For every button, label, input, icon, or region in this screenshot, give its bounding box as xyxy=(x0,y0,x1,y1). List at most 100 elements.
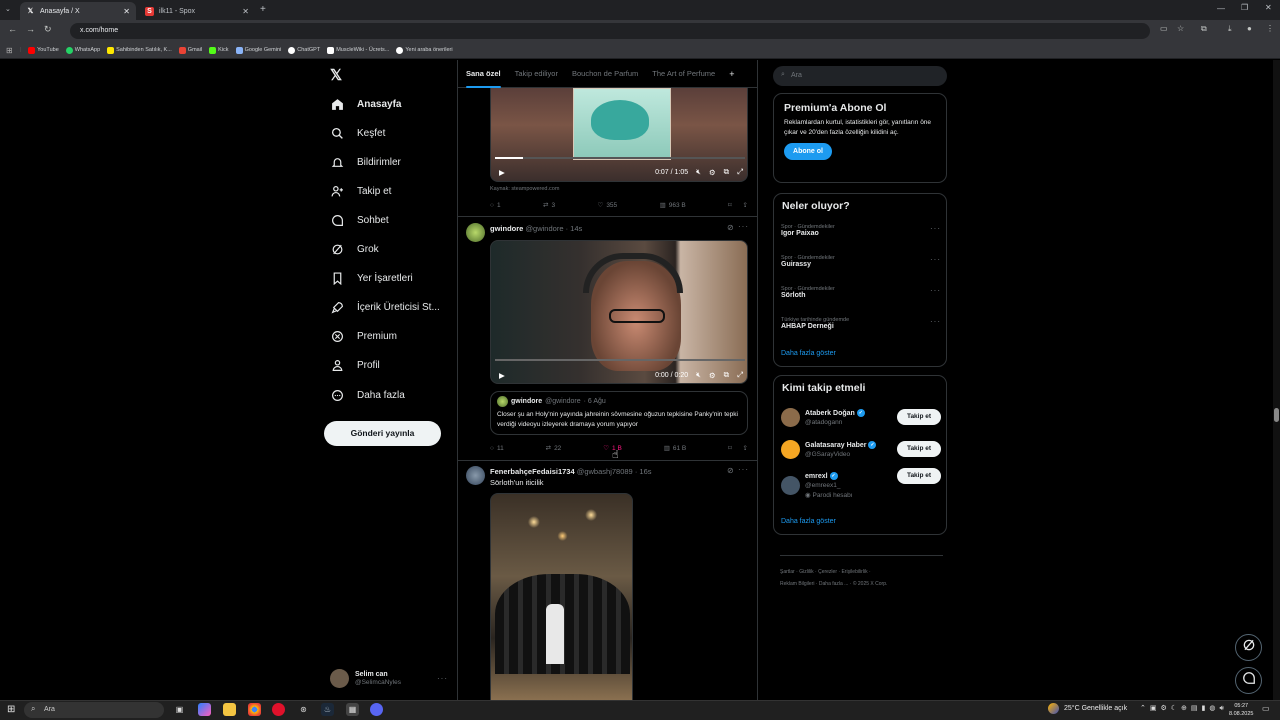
more-icon[interactable]: ··· xyxy=(930,317,941,326)
video-progress[interactable] xyxy=(495,359,745,361)
sidebar-item-grok[interactable]: Grok xyxy=(330,237,379,261)
copilot-icon[interactable] xyxy=(198,703,211,716)
sidebar-item-creator-studio[interactable]: İçerik Üreticisi St... xyxy=(330,295,440,319)
play-icon[interactable]: ▶ xyxy=(499,371,505,380)
avatar[interactable] xyxy=(466,223,485,242)
address-bar[interactable]: x.com/home xyxy=(70,23,1150,39)
post-time[interactable]: · 14s xyxy=(566,224,583,233)
share-icon[interactable]: ⇪ xyxy=(743,444,748,452)
reply-button[interactable]: ○ 1 xyxy=(490,201,501,209)
taskbar-search[interactable]: Ara xyxy=(24,702,164,718)
clock[interactable]: 05:27 8.08.2025 xyxy=(1229,702,1253,718)
grok-icon[interactable]: ⊘ xyxy=(727,466,734,475)
tray-icons[interactable]: ⌃▣⚙☾⊕▤▮◍🔊︎ xyxy=(1140,704,1228,713)
apps-icon[interactable]: ⊞ xyxy=(6,46,13,55)
post1-source[interactable]: Kaynak: steampowered.com xyxy=(490,186,559,192)
like-button[interactable]: ♡ 355 xyxy=(597,201,617,210)
video-progress[interactable] xyxy=(495,157,745,159)
browser-tab-x[interactable]: 𝕏 Anasayfa / X ✕ xyxy=(20,2,136,20)
sidebar-item-profile[interactable]: Profil xyxy=(330,353,380,377)
menu-icon[interactable]: ⋮ xyxy=(1266,24,1274,33)
post3-image[interactable] xyxy=(490,493,633,700)
close-window-icon[interactable]: ✕ xyxy=(1265,3,1272,12)
sidebar-item-more[interactable]: Daha fazla xyxy=(330,383,405,407)
tab-bouchon[interactable]: Bouchon de Parfum xyxy=(572,69,638,78)
sidebar-item-chat[interactable]: Sohbet xyxy=(330,208,389,232)
sidebar-item-premium[interactable]: Premium xyxy=(330,324,397,348)
follow-suggestion[interactable]: Ataberk Doğan ✓ @atadogann Takip et xyxy=(781,404,941,430)
mute-icon[interactable]: 🔇︎ xyxy=(696,167,701,177)
file-explorer-icon[interactable] xyxy=(223,703,236,716)
back-icon[interactable]: ← xyxy=(8,24,17,34)
tab-following[interactable]: Takip ediliyor xyxy=(515,69,558,78)
bookmark-araba[interactable]: Yeni araba önerileri xyxy=(396,46,453,54)
bookmark-gemini[interactable]: Google Gemini xyxy=(235,46,281,54)
mute-icon[interactable]: 🔇︎ xyxy=(696,370,701,380)
sidebar-item-follow[interactable]: Takip et xyxy=(330,179,391,203)
bookmark-musclewiki[interactable]: MuscleWiki - Ücrets... xyxy=(327,46,389,54)
more-icon[interactable]: ··· xyxy=(930,224,941,233)
sidebar-item-home[interactable]: Anasayfa xyxy=(330,92,401,116)
add-tab-icon[interactable]: + xyxy=(729,69,734,79)
bookmark-button[interactable]: ⌑ ⇪ xyxy=(728,444,748,452)
subscribe-button[interactable]: Abone ol xyxy=(784,143,832,160)
downloads-icon[interactable]: ⤓ xyxy=(1228,24,1232,34)
show-more-link[interactable]: Daha fazla göster xyxy=(781,518,836,525)
opera-icon[interactable] xyxy=(272,703,285,716)
avatar[interactable] xyxy=(466,466,485,485)
play-icon[interactable]: ▶ xyxy=(499,168,505,177)
post1-video[interactable]: ▶ 0:07 / 1:05 🔇︎ ⚙︎ ⧉ ⤢ xyxy=(490,88,748,182)
minimize-icon[interactable]: — xyxy=(1217,4,1225,13)
chrome-icon[interactable] xyxy=(248,703,261,716)
tab-for-you[interactable]: Sana özel xyxy=(466,69,501,88)
sidebar-item-notifications[interactable]: Bildirimler xyxy=(330,150,401,174)
fullscreen-icon[interactable]: ⤢ xyxy=(737,167,743,177)
bookmark-kick[interactable]: Kick xyxy=(209,46,229,54)
sidebar-item-bookmarks[interactable]: Yer İşaretleri xyxy=(330,266,413,290)
bookmark-sahibinden[interactable]: Sahibinden Satılık, K... xyxy=(107,46,172,54)
pip-icon[interactable]: ⧉ xyxy=(724,167,729,177)
fullscreen-icon[interactable]: ⤢ xyxy=(737,370,743,380)
post2-video[interactable]: ▶ 0:00 / 0:20 🔇︎ ⚙︎ ⧉ ⤢ xyxy=(490,240,748,384)
trend-item[interactable]: Spor · Gündemdekiler Igor Paixao ··· xyxy=(781,224,941,237)
bookmark-chatgpt[interactable]: ChatGPT xyxy=(288,46,320,54)
x-logo[interactable]: 𝕏 xyxy=(330,66,342,84)
reload-icon[interactable]: ↻ xyxy=(44,24,52,35)
trend-item[interactable]: Türkiye tarihinde gündemde AHBAP Derneği… xyxy=(781,317,941,330)
post-button[interactable]: Gönderi yayınla xyxy=(324,421,441,446)
more-icon[interactable]: ··· xyxy=(930,286,941,295)
bookmark-whatsapp[interactable]: WhatsApp xyxy=(65,46,100,54)
quoted-post[interactable]: gwindore @gwindore · 6 Ağu Closer şu an … xyxy=(490,391,748,435)
repost-button[interactable]: ⇄ 3 xyxy=(543,201,555,210)
steam-icon[interactable]: ♨︎ xyxy=(321,703,334,716)
post-time[interactable]: · 16s xyxy=(635,467,652,476)
settings-icon[interactable]: ⚙︎ xyxy=(709,168,716,177)
discord-icon[interactable] xyxy=(370,703,383,716)
author-handle[interactable]: @gwindore xyxy=(525,224,563,233)
messages-button[interactable] xyxy=(1235,667,1262,694)
trend-item[interactable]: Spor · Gündemdekiler Sörloth ··· xyxy=(781,286,941,299)
tab-search-icon[interactable]: ⌄ xyxy=(5,5,11,13)
account-switcher[interactable]: Selim can @SelimcaNyles ··· xyxy=(330,667,448,689)
follow-button[interactable]: Takip et xyxy=(897,409,941,425)
author-handle[interactable]: @gwbashj78089 xyxy=(577,467,633,476)
author-name[interactable]: FenerbahçeFedaisi1734 xyxy=(490,467,575,476)
notification-icon[interactable]: ▭ xyxy=(1262,704,1270,713)
show-more-link[interactable]: Daha fazla göster xyxy=(781,350,836,357)
task-view-icon[interactable]: ▣ xyxy=(173,703,186,716)
cast-icon[interactable]: ▭ xyxy=(1160,24,1168,33)
bookmark-gmail[interactable]: Gmail xyxy=(178,46,202,54)
forward-icon[interactable]: → xyxy=(26,24,35,34)
trend-item[interactable]: Spor · Gündemdekiler Guirassy ··· xyxy=(781,255,941,268)
maximize-icon[interactable]: ❐ xyxy=(1241,3,1248,12)
tab-art-of-perfume[interactable]: The Art of Perfume xyxy=(652,69,715,78)
star-icon[interactable]: ☆ xyxy=(1177,24,1184,33)
close-tab-icon[interactable]: ✕ xyxy=(242,7,249,16)
views-button[interactable]: ▥ 61 B xyxy=(664,444,687,453)
close-tab-icon[interactable]: ✕ xyxy=(123,7,130,16)
bookmark-youtube[interactable]: YouTube xyxy=(28,46,59,54)
calculator-icon[interactable]: ▦ xyxy=(346,703,359,716)
follow-suggestion[interactable]: emrexl ✓ @emreex1_ ◉ Parodi hesabı Takip… xyxy=(781,468,941,502)
sidebar-item-explore[interactable]: Keşfet xyxy=(330,121,385,145)
settings-icon[interactable]: ⚙︎ xyxy=(709,371,716,380)
